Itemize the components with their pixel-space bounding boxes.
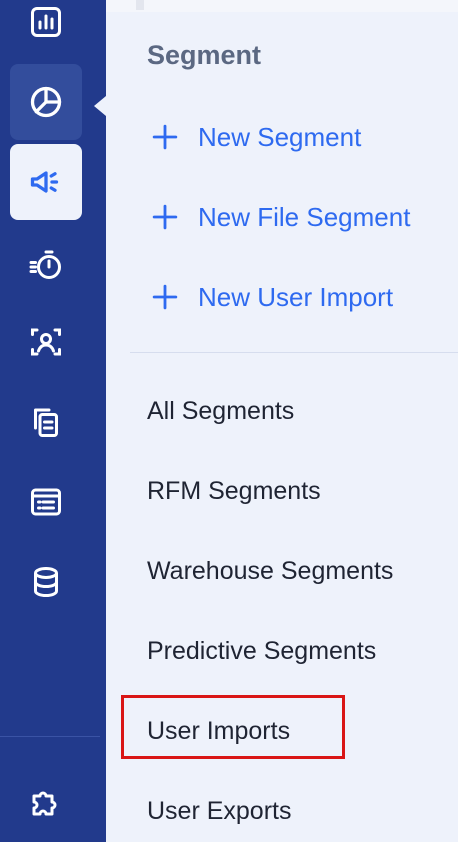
rail-item-campaigns[interactable] — [10, 144, 82, 220]
rail-item-data[interactable] — [10, 544, 82, 620]
top-strip-tick — [136, 0, 144, 10]
puzzle-icon — [32, 791, 57, 816]
top-strip — [106, 0, 458, 12]
list-table-icon — [31, 488, 61, 516]
user-frame-icon — [31, 328, 61, 356]
plus-icon — [152, 124, 178, 150]
segment-flyout-panel: Segment New Segment New File Segment New… — [106, 0, 458, 842]
plus-icon — [152, 204, 178, 230]
rail-divider — [0, 736, 100, 737]
rail-item-templates[interactable] — [10, 384, 82, 460]
rail-item-catalogs[interactable] — [10, 464, 82, 540]
new-file-segment-label: New File Segment — [198, 201, 411, 232]
bar-chart-icon — [31, 7, 61, 37]
flyout-pointer — [94, 96, 106, 116]
database-icon — [34, 567, 58, 598]
rail-item-journeys[interactable] — [10, 226, 82, 302]
menu-item-all-segments[interactable]: All Segments — [147, 391, 294, 431]
documents-icon — [34, 408, 58, 437]
megaphone-icon — [30, 171, 59, 193]
menu-item-user-exports[interactable]: User Exports — [147, 791, 291, 831]
plus-icon — [152, 284, 178, 310]
rail-item-analytics[interactable] — [10, 0, 82, 60]
rail-item-segments[interactable] — [10, 64, 82, 140]
menu-item-rfm-segments[interactable]: RFM Segments — [147, 471, 321, 511]
new-file-segment-button[interactable]: New File Segment — [152, 197, 410, 237]
pie-chart-icon — [30, 86, 62, 118]
new-segment-button[interactable]: New Segment — [152, 117, 361, 157]
rail-item-integrations[interactable] — [10, 764, 82, 840]
new-user-import-label: New User Import — [198, 281, 394, 312]
rail-item-profiles[interactable] — [10, 304, 82, 380]
stopwatch-icon — [29, 250, 61, 279]
panel-divider — [130, 352, 458, 353]
menu-item-predictive-segments[interactable]: Predictive Segments — [147, 631, 376, 671]
menu-item-user-imports[interactable]: User Imports — [147, 711, 290, 751]
sidebar-rail — [0, 0, 106, 842]
new-user-import-button[interactable]: New User Import — [152, 277, 393, 317]
panel-title: Segment — [147, 40, 262, 70]
new-segment-label: New Segment — [198, 121, 362, 152]
menu-item-warehouse-segments[interactable]: Warehouse Segments — [147, 551, 393, 591]
